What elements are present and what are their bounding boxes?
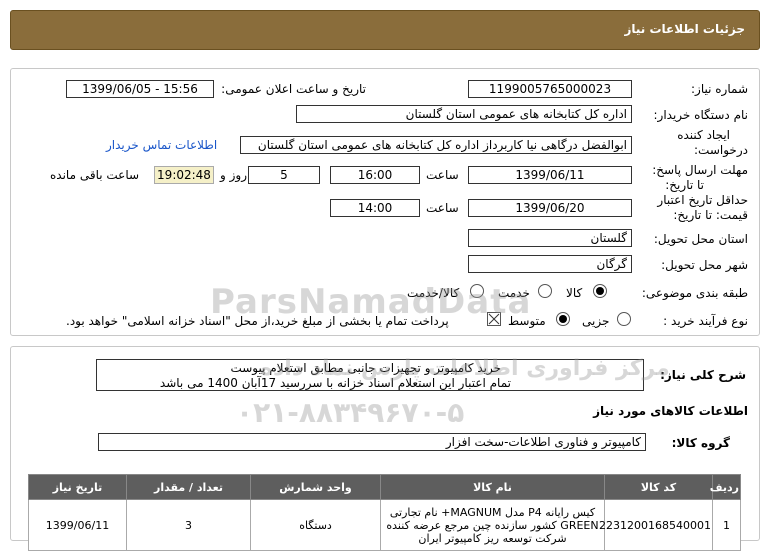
description-label: شرح کلی نیاز: [660,368,746,382]
cell-code: 2231200168540001 [599,499,713,551]
announce-label: تاریخ و ساعت اعلان عمومی: [221,82,366,96]
header-quantity: تعداد / مقدار [126,474,251,500]
cell-unit: دستگاه [250,499,381,551]
deadline-label-1: مهلت ارسال پاسخ: [652,163,748,177]
page-header: جزئیات اطلاعات نیاز [10,10,760,50]
cell-name: کیس رایانه P4 مدل MAGNUM+ نام تجارتی GRE… [380,499,605,551]
cell-quantity: 3 [126,499,251,551]
watermark-tagline: مرکز فراوری اطلاعات پارس نماد داده [260,356,670,381]
buyer-org-field: اداره کل کتابخانه های عمومی استان گلستان [296,105,632,123]
cell-row-number: 1 [712,499,741,551]
days-remaining-field: 5 [248,166,320,184]
need-number-field: 1199005765000023 [468,80,632,98]
header-code: کد کالا [604,474,713,500]
header-unit: واحد شمارش [250,474,381,500]
category-goods-label: کالا [566,286,583,300]
city-label: شهر محل تحویل: [661,258,748,272]
buyer-org-label: نام دستگاه خریدار: [653,108,749,122]
creator-label-2: درخواست: [694,143,748,157]
deadline-time-field: 16:00 [330,166,420,184]
purchase-type-label: نوع فرآیند خرید : [663,314,748,328]
purchase-medium-radio[interactable] [556,312,570,326]
deadline-date-field: 1399/06/11 [468,166,632,184]
watermark-phone: ۰۲۱-۸۸۳۴۹۶۷۰-۵ [236,396,465,429]
days-label: روز و [220,168,247,182]
need-number-label: شماره نیاز: [691,82,748,96]
validity-label-1: حداقل تاریخ اعتبار [657,193,748,207]
table-row: 1 2231200168540001 کیس رایانه P4 مدل MAG… [28,499,741,551]
remaining-time-label: ساعت باقی مانده [50,168,140,182]
city-field: گرگان [468,255,632,273]
validity-date-field: 1399/06/20 [468,199,632,217]
watermark-brand: ParsNamadData [210,282,532,322]
category-service-radio[interactable] [538,284,552,298]
header-row-number: ردیف [710,474,741,500]
deadline-time-label: ساعت [426,168,459,182]
category-label: طبقه بندی موضوعی: [641,286,748,300]
province-field: گلستان [468,229,632,247]
cell-date: 1399/06/11 [28,499,127,551]
table-header-row: ردیف کد کالا نام کالا واحد شمارش تعداد /… [28,474,741,500]
deadline-label-2: تا تاریخ: [665,178,704,192]
validity-label-2: قیمت: تا تاریخ: [673,208,748,222]
creator-label-1: ایجاد کننده [677,128,730,142]
goods-section-title: اطلاعات کالاهای مورد نیاز [593,404,748,418]
validity-time-label: ساعت [426,201,459,215]
announce-field: 1399/06/05 - 15:56 [66,80,214,98]
purchase-minor-radio[interactable] [617,312,631,326]
category-goods-radio[interactable] [593,284,607,298]
header-date: تاریخ نیاز [28,474,127,500]
province-label: استان محل تحویل: [653,232,748,246]
contact-buyer-link[interactable]: اطلاعات تماس خریدار [106,138,217,152]
validity-time-field: 14:00 [330,199,420,217]
page-title: جزئیات اطلاعات نیاز [624,22,745,36]
header-name: نام کالا [380,474,605,500]
goods-group-field: کامپیوتر و فناوری اطلاعات-سخت افزار [98,433,646,451]
purchase-minor-label: جزیی [582,314,610,328]
creator-field: ابوالفضل درگاهی نیا کاربرداز اداره کل کت… [240,136,632,154]
goods-table: ردیف کد کالا نام کالا واحد شمارش تعداد /… [28,474,741,551]
goods-group-label: گروه کالا: [671,436,730,450]
remaining-time-field: 19:02:48 [154,166,214,184]
